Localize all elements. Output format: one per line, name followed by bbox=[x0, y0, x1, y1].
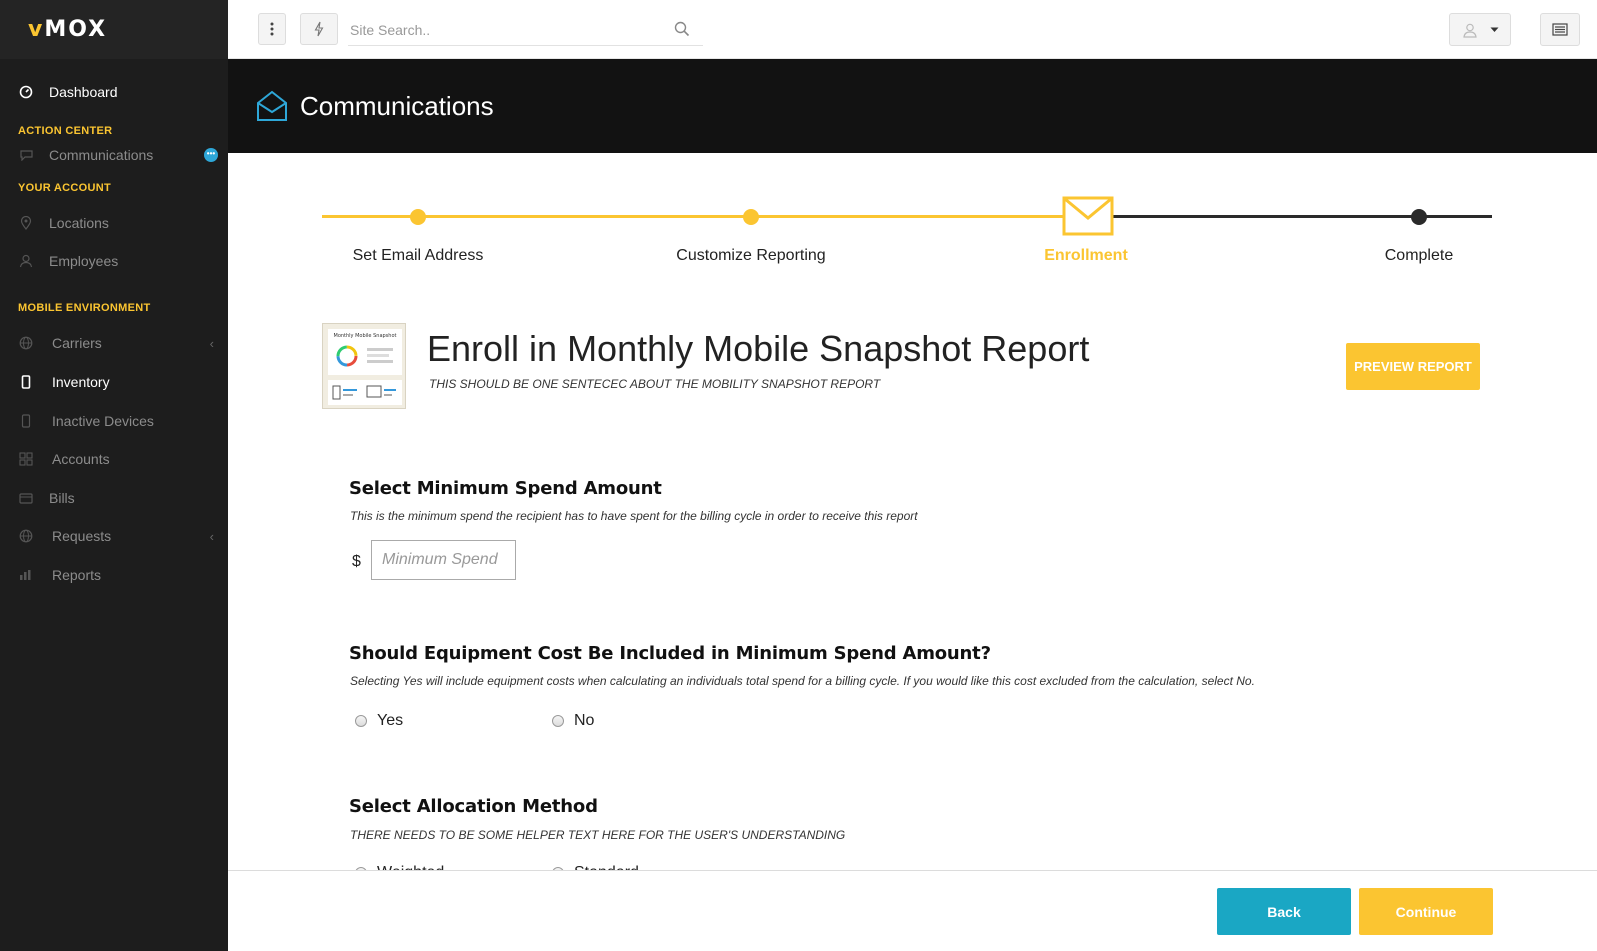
user-menu-button[interactable] bbox=[1449, 13, 1511, 46]
min-spend-title: Select Minimum Spend Amount bbox=[349, 478, 662, 499]
sidebar-item-reports[interactable]: Reports bbox=[0, 558, 228, 592]
sidebar-item-communications[interactable]: Communications ••• bbox=[0, 138, 228, 172]
equipment-cost-help: Selecting Yes will include equipment cos… bbox=[350, 674, 1255, 688]
step-label-2[interactable]: Customize Reporting bbox=[651, 247, 851, 265]
step-dot-1[interactable] bbox=[410, 209, 426, 225]
top-bar bbox=[228, 0, 1597, 59]
inactive-phone-icon bbox=[18, 413, 34, 429]
globe-icon bbox=[18, 335, 34, 351]
sidebar-item-carriers[interactable]: Carriers ‹ bbox=[0, 326, 228, 360]
chevron-left-icon: ‹ bbox=[209, 528, 214, 544]
report-subtitle: THIS SHOULD BE ONE SENTECEC ABOUT THE MO… bbox=[429, 377, 881, 391]
chat-bubble-icon bbox=[18, 147, 34, 163]
section-label-your-account: YOUR ACCOUNT bbox=[18, 182, 112, 194]
vertical-dots-icon bbox=[270, 22, 274, 36]
allocation-method-title: Select Allocation Method bbox=[349, 796, 598, 817]
sidebar-item-label: Inventory bbox=[52, 374, 110, 390]
currency-symbol: $ bbox=[352, 553, 361, 570]
sidebar-item-accounts[interactable]: Accounts bbox=[0, 442, 228, 476]
dashboard-gauge-icon bbox=[18, 84, 34, 100]
grid-icon bbox=[18, 451, 34, 467]
radio-yes[interactable] bbox=[355, 715, 367, 727]
equipment-cost-title: Should Equipment Cost Be Included in Min… bbox=[349, 643, 991, 664]
step-dot-2[interactable] bbox=[743, 209, 759, 225]
step-dot-4[interactable] bbox=[1411, 209, 1427, 225]
more-options-button[interactable] bbox=[258, 13, 286, 45]
bar-chart-icon bbox=[18, 567, 34, 583]
sidebar-item-locations[interactable]: Locations bbox=[0, 206, 228, 240]
envelope-step-icon bbox=[1062, 196, 1114, 241]
sidebar-item-dashboard[interactable]: Dashboard bbox=[0, 75, 228, 109]
user-avatar-icon bbox=[1462, 23, 1477, 38]
lightning-bolt-icon bbox=[314, 21, 324, 37]
side-panel-toggle-button[interactable] bbox=[1540, 13, 1580, 46]
search-icon[interactable] bbox=[673, 20, 691, 38]
globe-icon bbox=[18, 528, 34, 544]
notification-badge: ••• bbox=[204, 148, 218, 162]
open-envelope-icon bbox=[257, 90, 287, 121]
user-icon bbox=[18, 253, 34, 269]
chevron-left-icon: ‹ bbox=[209, 335, 214, 351]
page-header: Communications bbox=[228, 59, 1597, 153]
sidebar-item-requests[interactable]: Requests ‹ bbox=[0, 519, 228, 553]
allocation-method-help: THERE NEEDS TO BE SOME HELPER TEXT HERE … bbox=[350, 828, 846, 842]
thumb-title: Monthly Mobile Snapshot bbox=[334, 333, 397, 339]
sidebar-item-inactive-devices[interactable]: Inactive Devices bbox=[0, 404, 228, 438]
wallet-icon bbox=[18, 490, 34, 506]
preview-report-button[interactable]: PREVIEW REPORT bbox=[1346, 343, 1480, 390]
search-input[interactable] bbox=[348, 14, 668, 45]
sidebar-item-label: Carriers bbox=[52, 335, 102, 351]
sidebar-item-label: Reports bbox=[52, 567, 102, 583]
list-menu-icon bbox=[1552, 23, 1568, 36]
radio-label-yes: Yes bbox=[377, 712, 404, 729]
sidebar-item-inventory[interactable]: Inventory bbox=[0, 365, 228, 399]
quick-actions-button[interactable] bbox=[300, 13, 338, 45]
mobile-phone-icon bbox=[18, 374, 34, 390]
minimum-spend-input[interactable] bbox=[371, 540, 516, 580]
stepper-track-remaining bbox=[1112, 215, 1492, 218]
sidebar-item-label: Dashboard bbox=[49, 84, 118, 100]
sidebar-item-employees[interactable]: Employees bbox=[0, 244, 228, 278]
sidebar-item-label: Communications bbox=[49, 147, 154, 163]
step-label-4[interactable]: Complete bbox=[1319, 247, 1519, 265]
equipment-yes-option[interactable]: Yes bbox=[355, 712, 403, 730]
report-title: Enroll in Monthly Mobile Snapshot Report bbox=[427, 328, 1090, 369]
map-pin-icon bbox=[18, 215, 34, 231]
sidebar-item-label: Requests bbox=[52, 528, 112, 544]
continue-button[interactable]: Continue bbox=[1359, 888, 1493, 935]
app-logo[interactable]: vMOX bbox=[28, 17, 107, 42]
page-title: Communications bbox=[300, 90, 494, 121]
sidebar-item-bills[interactable]: Bills bbox=[0, 481, 228, 515]
footer-action-bar: Back Continue bbox=[228, 870, 1597, 951]
radio-no[interactable] bbox=[552, 715, 564, 727]
step-label-1[interactable]: Set Email Address bbox=[318, 247, 518, 265]
equipment-no-option[interactable]: No bbox=[552, 712, 594, 730]
sidebar-item-label: Locations bbox=[49, 215, 109, 231]
section-label-mobile-environment: MOBILE ENVIRONMENT bbox=[18, 302, 151, 314]
sidebar-item-label: Bills bbox=[49, 490, 75, 506]
logo-bar: vMOX bbox=[0, 0, 228, 59]
progress-stepper: Set Email Address Customize Reporting En… bbox=[322, 190, 1494, 270]
radio-label-no: No bbox=[574, 712, 595, 729]
site-search bbox=[348, 14, 703, 46]
min-spend-help: This is the minimum spend the recipient … bbox=[350, 509, 918, 523]
back-button[interactable]: Back bbox=[1217, 888, 1351, 935]
caret-down-icon bbox=[1490, 27, 1498, 32]
report-thumbnail: Monthly Mobile Snapshot bbox=[322, 323, 406, 409]
step-label-3-active[interactable]: Enrollment bbox=[986, 247, 1186, 265]
section-label-action-center: ACTION CENTER bbox=[18, 125, 113, 137]
sidebar-item-label: Employees bbox=[49, 253, 119, 269]
sidebar-item-label: Inactive Devices bbox=[52, 413, 154, 429]
stepper-track-complete bbox=[322, 215, 1066, 218]
sidebar-item-label: Accounts bbox=[52, 451, 110, 467]
sidebar: vMOX Dashboard ACTION CENTER Communicati… bbox=[0, 0, 228, 951]
